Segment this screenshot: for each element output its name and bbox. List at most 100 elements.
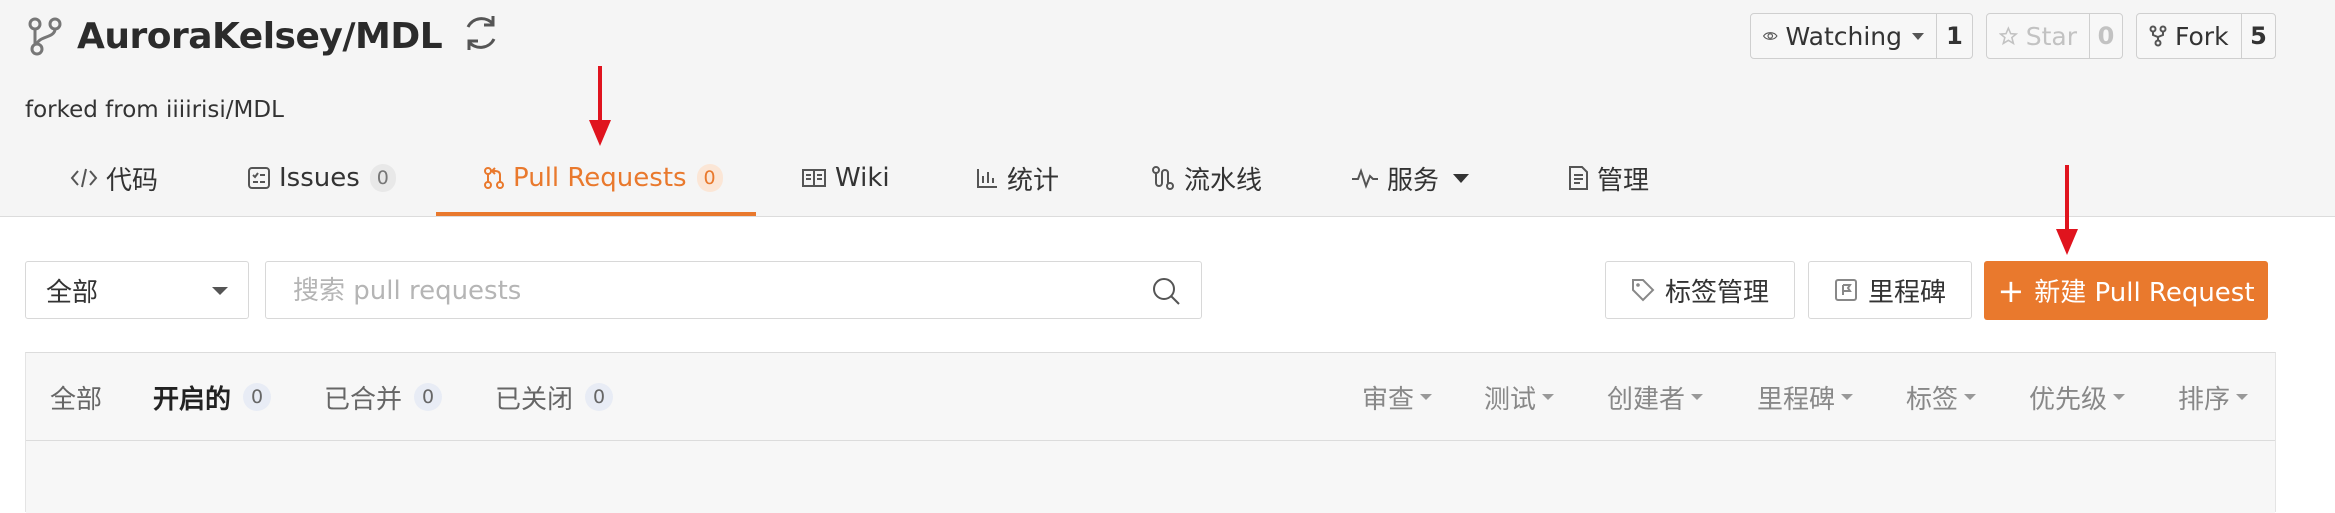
fork-group[interactable]: Fork 5 — [2136, 13, 2276, 59]
tab-pull-requests-label: Pull Requests — [513, 163, 687, 193]
milestones-label: 里程碑 — [1867, 277, 1946, 308]
list-header: 全部 开启的 0 已合并 0 已关闭 0 审查 测试 创建者 里程碑 标签 优先… — [26, 353, 2275, 441]
chevron-down-icon — [212, 287, 228, 295]
filter-label[interactable]: 标签 — [1906, 353, 1977, 441]
tab-code[interactable]: 代码 — [70, 140, 158, 216]
labels-manage-label: 标签管理 — [1664, 277, 1769, 308]
state-filter-value: 全部 — [46, 277, 99, 308]
state-tab-merged-label: 已合并 — [324, 384, 403, 415]
tab-pipeline-label: 流水线 — [1184, 165, 1263, 196]
pull-request-list: 全部 开启的 0 已合并 0 已关闭 0 审查 测试 创建者 里程碑 标签 优先… — [25, 352, 2276, 513]
search-input[interactable] — [291, 262, 1115, 320]
issues-count-badge: 0 — [369, 164, 396, 192]
repo-name[interactable]: AuroraKelsey/MDL — [77, 16, 443, 57]
search-icon[interactable] — [1151, 276, 1181, 306]
state-tab-closed[interactable]: 已关闭 0 — [495, 353, 614, 441]
open-count-badge: 0 — [243, 383, 272, 411]
tab-issues[interactable]: Issues 0 — [247, 140, 396, 216]
pulse-icon — [1352, 168, 1378, 189]
closed-count-badge: 0 — [585, 383, 614, 411]
issues-icon — [248, 167, 270, 189]
watch-count[interactable]: 1 — [1937, 14, 1972, 58]
list-body — [26, 441, 2275, 513]
star-count[interactable]: 0 — [2090, 14, 2122, 58]
code-icon — [70, 168, 98, 188]
filter-author-label: 创建者 — [1607, 384, 1686, 415]
filter-tester[interactable]: 测试 — [1484, 353, 1555, 441]
state-tab-closed-label: 已关闭 — [495, 384, 574, 415]
state-tab-open[interactable]: 开启的 0 — [153, 353, 272, 441]
fork-count[interactable]: 5 — [2242, 14, 2275, 58]
tab-manage-label: 管理 — [1597, 165, 1650, 196]
annotation-arrow — [2056, 165, 2078, 255]
annotation-arrow — [589, 66, 611, 146]
pull-request-icon — [484, 167, 504, 189]
chart-icon — [977, 169, 997, 188]
tab-wiki[interactable]: Wiki — [801, 140, 890, 216]
chevron-down-icon — [1420, 394, 1433, 400]
new-pull-request-button[interactable]: + 新建 Pull Request — [1984, 261, 2268, 320]
filter-tester-label: 测试 — [1484, 384, 1537, 415]
state-tab-merged[interactable]: 已合并 0 — [324, 353, 443, 441]
filter-sort[interactable]: 排序 — [2178, 353, 2249, 441]
filter-sort-label: 排序 — [2178, 384, 2231, 415]
search-box[interactable] — [265, 261, 1202, 320]
chevron-down-icon — [2113, 394, 2126, 400]
filter-label-label: 标签 — [1906, 384, 1959, 415]
fork-icon — [2149, 25, 2167, 47]
eye-icon — [1763, 32, 1778, 40]
tab-services[interactable]: 服务 — [1351, 140, 1470, 216]
chevron-down-icon — [1912, 32, 1924, 40]
star-button[interactable]: Star — [1987, 14, 2090, 58]
manage-icon — [1569, 166, 1588, 190]
milestone-icon — [1834, 279, 1857, 301]
chevron-down-icon — [2236, 394, 2249, 400]
milestones-button[interactable]: 里程碑 — [1808, 261, 1972, 319]
labels-manage-button[interactable]: 标签管理 — [1605, 261, 1795, 319]
forked-from-label[interactable]: forked from iiiirisi/MDL — [25, 97, 284, 123]
filter-reviewer[interactable]: 审查 — [1362, 353, 1433, 441]
star-label: Star — [2025, 21, 2077, 51]
filter-author[interactable]: 创建者 — [1607, 353, 1704, 441]
watch-label: Watching — [1785, 21, 1903, 51]
state-filter-select[interactable]: 全部 — [25, 261, 249, 319]
sync-icon[interactable] — [460, 12, 502, 54]
wiki-icon — [802, 169, 826, 187]
tab-pull-requests[interactable]: Pull Requests 0 — [483, 140, 723, 216]
fork-button[interactable]: Fork — [2137, 14, 2242, 58]
repo-title: AuroraKelsey/MDL — [25, 8, 443, 64]
merged-count-badge: 0 — [414, 383, 443, 411]
tab-code-label: 代码 — [106, 165, 159, 196]
state-tab-all-label: 全部 — [50, 384, 103, 415]
fork-label: Fork — [2175, 21, 2229, 51]
plus-icon: + — [1997, 271, 2025, 310]
tab-statistics[interactable]: 统计 — [975, 140, 1059, 216]
star-group[interactable]: Star 0 — [1986, 13, 2123, 59]
chevron-down-icon — [1453, 173, 1470, 183]
star-icon — [1999, 26, 2018, 46]
tab-services-label: 服务 — [1387, 165, 1440, 196]
watch-group[interactable]: Watching 1 — [1750, 13, 1973, 59]
fork-repo-icon — [28, 17, 62, 56]
filter-milestone-label: 里程碑 — [1757, 384, 1836, 415]
new-pull-request-label: 新建 Pull Request — [2034, 278, 2255, 308]
filter-priority-label: 优先级 — [2029, 384, 2108, 415]
chevron-down-icon — [1964, 394, 1977, 400]
filter-priority[interactable]: 优先级 — [2029, 353, 2126, 441]
watch-button[interactable]: Watching — [1751, 14, 1937, 58]
tab-statistics-label: 统计 — [1007, 165, 1060, 196]
tab-manage[interactable]: 管理 — [1567, 140, 1649, 216]
chevron-down-icon — [1542, 394, 1555, 400]
state-tab-all[interactable]: 全部 — [50, 353, 102, 441]
chevron-down-icon — [1841, 394, 1854, 400]
tab-wiki-label: Wiki — [835, 163, 890, 193]
pull-requests-count-badge: 0 — [696, 164, 723, 192]
tag-icon — [1631, 279, 1655, 302]
pipeline-icon — [1152, 166, 1174, 190]
tab-pipeline[interactable]: 流水线 — [1150, 140, 1262, 216]
filter-milestone[interactable]: 里程碑 — [1757, 353, 1854, 441]
filter-reviewer-label: 审查 — [1362, 384, 1415, 415]
tab-issues-label: Issues — [279, 163, 360, 193]
active-tab-indicator — [436, 212, 756, 216]
chevron-down-icon — [1691, 394, 1704, 400]
